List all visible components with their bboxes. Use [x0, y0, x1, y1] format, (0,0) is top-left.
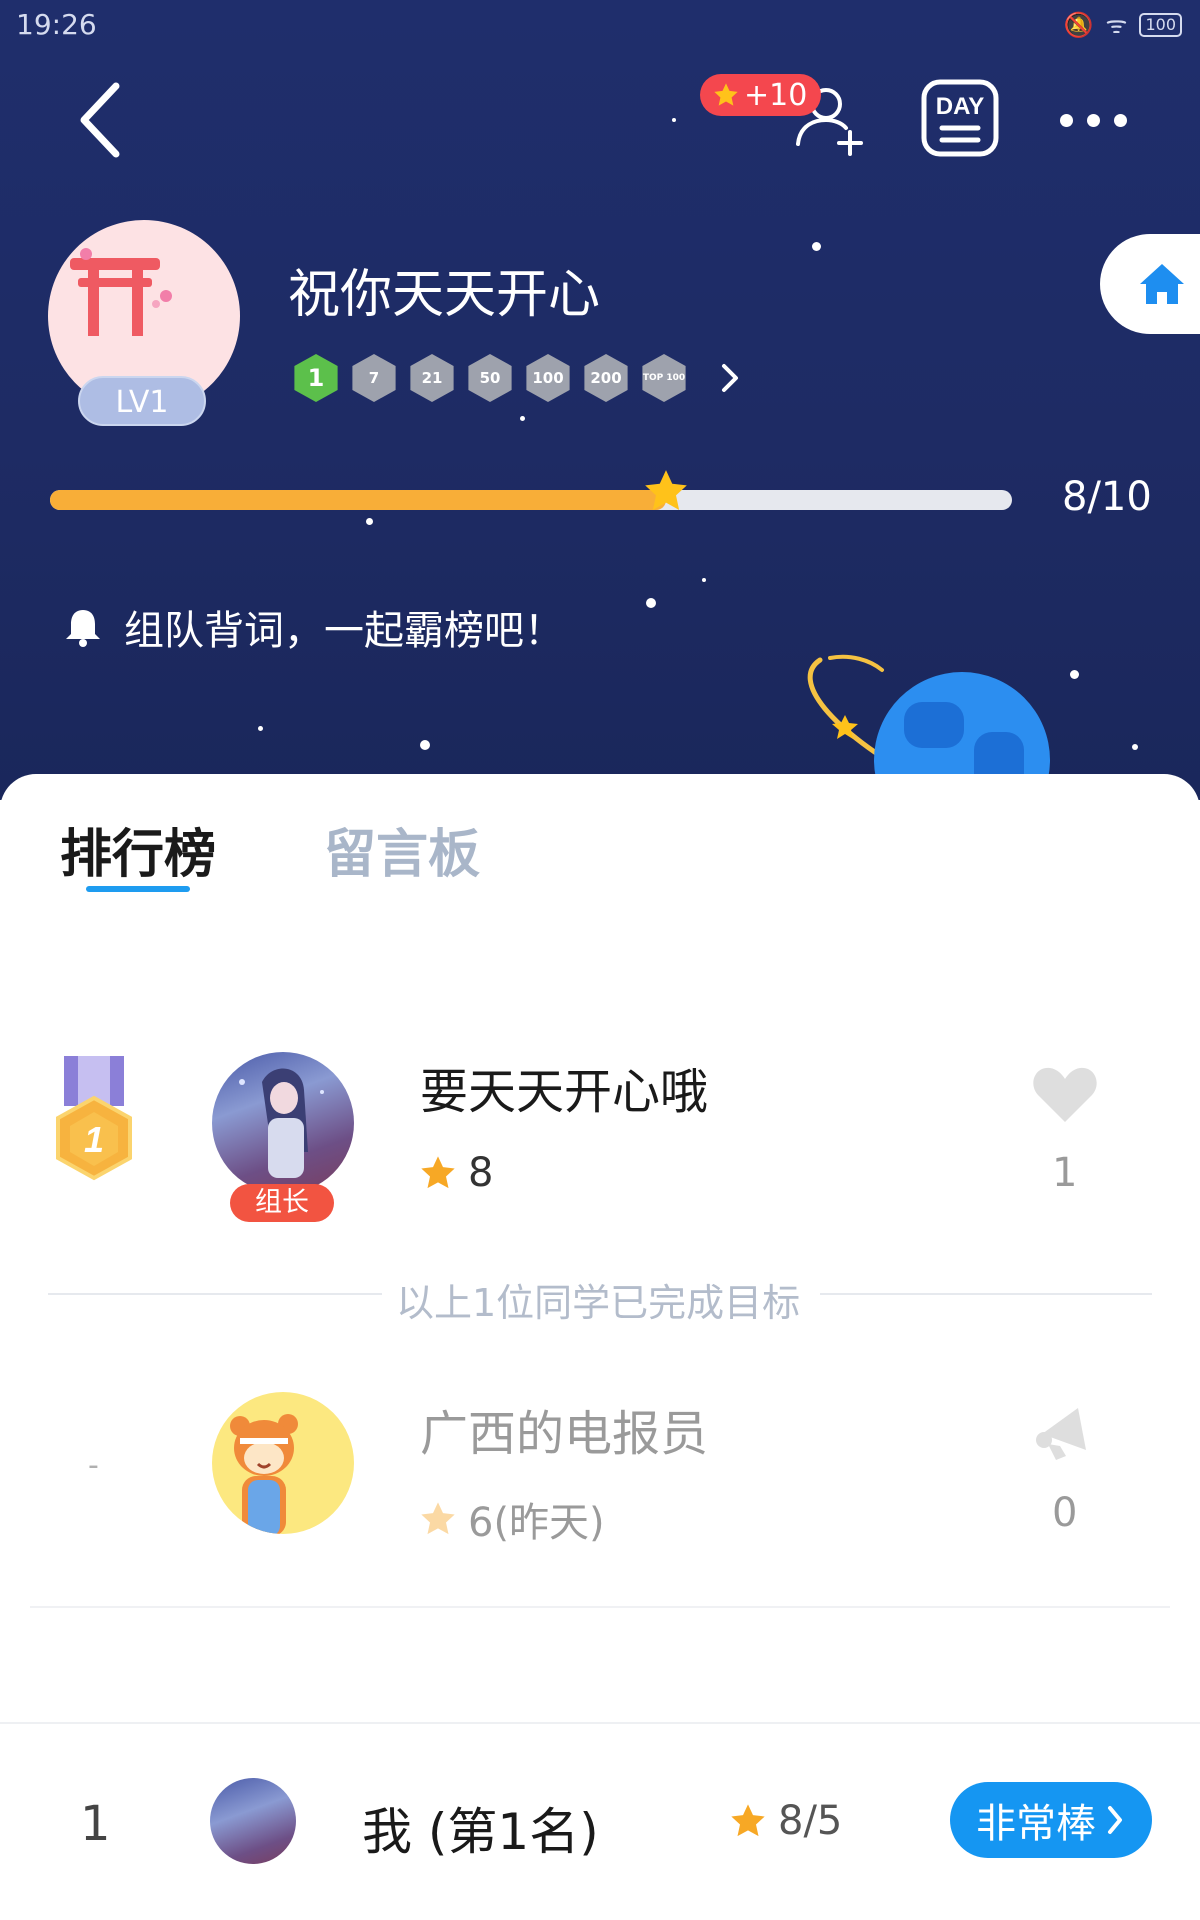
- chevron-left-icon: [80, 82, 120, 158]
- star-decoration: [520, 416, 525, 421]
- star-icon: [421, 1156, 455, 1189]
- star-icon: [714, 83, 738, 106]
- chevron-right-icon: [1108, 1806, 1122, 1834]
- group-avatar[interactable]: LV1: [48, 220, 240, 430]
- group-header: 19:26 🔕 ᯤ 100 +10 DAY LV1 祝你天天开心 1 7 21 …: [0, 0, 1200, 800]
- reward-badge-text: +10: [744, 77, 808, 113]
- praise-button-label: 非常棒: [976, 1801, 1096, 1847]
- tiger-avatar-image: [230, 1414, 298, 1534]
- praise-button[interactable]: 非常棒: [950, 1782, 1152, 1858]
- star-decoration: [1070, 670, 1079, 679]
- day-calendar-icon: DAY: [921, 79, 999, 157]
- progress-text: 8/10: [1062, 474, 1152, 520]
- battery-icon: 100: [1139, 12, 1182, 37]
- my-name: 我 (第1名): [362, 1803, 599, 1861]
- status-bar: 19:26 🔕 ᯤ 100: [0, 0, 1200, 50]
- medal-top100: TOP 100: [642, 354, 686, 402]
- chevron-right-icon: [722, 364, 738, 392]
- status-time: 19:26: [16, 8, 97, 41]
- leader-badge: 组长: [230, 1184, 334, 1222]
- home-icon: [1140, 264, 1184, 304]
- wifi-icon: ᯤ: [1105, 11, 1128, 39]
- medal-200: 200: [584, 354, 628, 402]
- medal-21: 21: [410, 354, 454, 402]
- level-badge: LV1: [78, 376, 206, 426]
- cheer-count: 0: [1052, 1490, 1078, 1536]
- more-dot: [1087, 113, 1100, 127]
- member-name: 要天天开心哦: [420, 1064, 709, 1120]
- progress-star-icon: [644, 470, 687, 510]
- medal-1: 1: [294, 354, 338, 402]
- star-decoration: [812, 242, 821, 251]
- star-icon: [731, 1804, 765, 1837]
- member-stars: 6(昨天): [418, 1490, 605, 1548]
- member-stars-value: 8: [468, 1150, 494, 1196]
- more-dot: [1114, 113, 1127, 127]
- megaphone-icon[interactable]: [1032, 1400, 1098, 1466]
- day-calendar-button[interactable]: DAY: [920, 78, 1000, 158]
- like-count: 1: [1052, 1150, 1078, 1196]
- star-decoration: [646, 598, 656, 608]
- home-button[interactable]: [1100, 234, 1200, 334]
- announcement[interactable]: 组队背词，一起霸榜吧！: [60, 598, 564, 656]
- star-decoration: [702, 578, 706, 582]
- group-name: 祝你天天开心: [288, 265, 601, 325]
- reward-badge[interactable]: +10: [700, 74, 822, 116]
- member-stars-value: 6(昨天): [468, 1500, 605, 1546]
- anime-avatar-image: [239, 1068, 324, 1178]
- my-stars-value: 8/5: [778, 1798, 843, 1844]
- divider-line: [48, 1293, 382, 1295]
- gold-medal-icon: 1: [56, 1056, 132, 1181]
- medal-50: 50: [468, 354, 512, 402]
- medal-rank-number: 1: [84, 1119, 104, 1160]
- medal-7: 7: [352, 354, 396, 402]
- progress-bar: [50, 470, 1012, 510]
- member-avatar[interactable]: [212, 1392, 354, 1534]
- more-dot: [1060, 113, 1073, 127]
- member-stars: 8: [418, 1150, 493, 1196]
- star-decoration: [672, 118, 676, 122]
- achievement-medals[interactable]: 1 7 21 50 100 200 TOP 100: [292, 354, 748, 402]
- my-rank-number: 1: [80, 1796, 111, 1852]
- my-avatar[interactable]: [210, 1778, 296, 1864]
- mute-icon: 🔕: [1063, 10, 1094, 39]
- star-decoration: [1132, 744, 1138, 750]
- star-decoration: [258, 726, 263, 731]
- rank-dash: -: [88, 1448, 99, 1483]
- member-avatar[interactable]: [212, 1052, 354, 1194]
- more-button[interactable]: [1060, 100, 1140, 140]
- star-icon: [421, 1502, 455, 1535]
- tab-active-indicator: [86, 886, 190, 892]
- back-button[interactable]: [72, 80, 132, 160]
- bell-icon: [66, 610, 100, 647]
- star-decoration: [366, 518, 373, 525]
- medal-100: 100: [526, 354, 570, 402]
- tab-message-board[interactable]: 留言板: [324, 812, 480, 887]
- tab-ranking[interactable]: 排行榜: [60, 812, 216, 887]
- star-decoration: [420, 740, 430, 750]
- progress-fill: [50, 490, 666, 510]
- divider-line: [820, 1293, 1152, 1295]
- heart-icon[interactable]: [1032, 1064, 1098, 1124]
- status-icons: 🔕 ᯤ 100: [1064, 8, 1182, 41]
- my-stars: 8/5: [728, 1798, 842, 1844]
- member-name: 广西的电报员: [420, 1406, 709, 1462]
- day-label: DAY: [936, 93, 984, 120]
- goal-divider-text: 以上1位同学已完成目标: [396, 1281, 801, 1325]
- medal-top100-label: TOP 100: [642, 373, 686, 383]
- list-separator: [30, 1606, 1170, 1608]
- announcement-text: 组队背词，一起霸榜吧！: [124, 608, 564, 654]
